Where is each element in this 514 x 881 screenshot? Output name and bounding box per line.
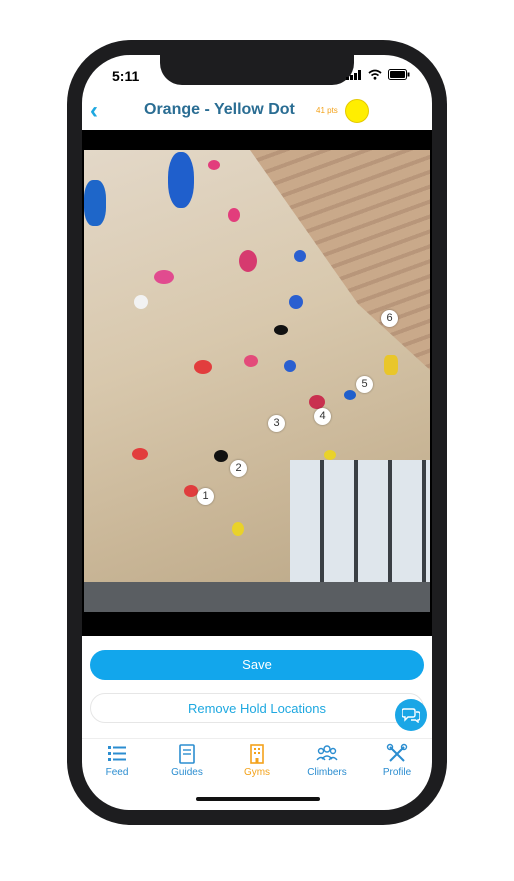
hold-marker-6[interactable]: 6 [381,310,398,327]
hold [232,522,244,536]
book-icon [179,744,195,764]
hold [239,250,257,272]
tab-climbers[interactable]: Climbers [297,743,357,778]
hold-marker-5[interactable]: 5 [356,376,373,393]
hold-marker-2[interactable]: 2 [230,460,247,477]
hold [214,450,228,462]
route-color-dot [345,99,369,123]
hold [309,395,325,409]
hold [284,360,296,372]
nav-bar: ‹ Orange - Yellow Dot 41 pts [82,95,432,129]
remove-hold-locations-button[interactable]: Remove Hold Locations [90,693,424,723]
building-icon [250,744,264,764]
hold [324,450,336,460]
hold [132,448,148,460]
hold [294,250,306,262]
tab-bar: Feed Guides Gyms Climbers Profile [82,738,432,788]
home-indicator[interactable] [196,797,320,801]
app-screen: 5:11 ‹ Orange - Yellow Dot 41 pts 1 2 3 … [82,55,432,810]
tab-profile[interactable]: Profile [367,743,427,778]
hold [274,325,288,335]
save-button[interactable]: Save [90,650,424,680]
hold-marker-3[interactable]: 3 [268,415,285,432]
wifi-icon [368,69,382,80]
tab-label: Gyms [243,767,271,778]
back-chevron-icon[interactable]: ‹ [90,99,98,123]
hold [168,152,194,208]
hold [344,390,356,400]
ceiling-beams [250,150,430,370]
floor [84,582,430,612]
page-title: Orange - Yellow Dot [144,101,295,118]
hold [384,355,398,375]
notch [160,55,354,85]
side-button [441,190,447,250]
hold-marker-1[interactable]: 1 [197,488,214,505]
chat-bubbles-icon [402,708,420,723]
wall-photo[interactable]: 1 2 3 4 5 6 [84,150,430,612]
hold-marker-4[interactable]: 4 [314,408,331,425]
hold [244,355,258,367]
list-icon [108,746,126,761]
people-icon [316,745,338,761]
tab-label: Climbers [307,767,347,778]
signal-icon [346,69,361,80]
tab-feed[interactable]: Feed [87,743,147,778]
hold [208,160,220,170]
hold [84,180,106,226]
hold [289,295,303,309]
tab-label: Guides [171,767,203,778]
tab-guides[interactable]: Guides [157,743,217,778]
hold [154,270,174,284]
tab-label: Feed [105,767,129,778]
tools-icon [386,743,408,762]
tab-gyms[interactable]: Gyms [227,743,287,778]
hold [228,208,240,222]
hold [194,360,212,374]
photo-frame: 1 2 3 4 5 6 [82,130,432,636]
status-time: 5:11 [112,68,140,84]
tab-label: Profile [382,767,412,778]
hold [134,295,148,309]
points-label: 41 pts [316,106,338,115]
status-icons [346,69,410,80]
chat-button[interactable] [395,699,427,731]
hold [184,485,198,497]
battery-icon [388,69,410,80]
